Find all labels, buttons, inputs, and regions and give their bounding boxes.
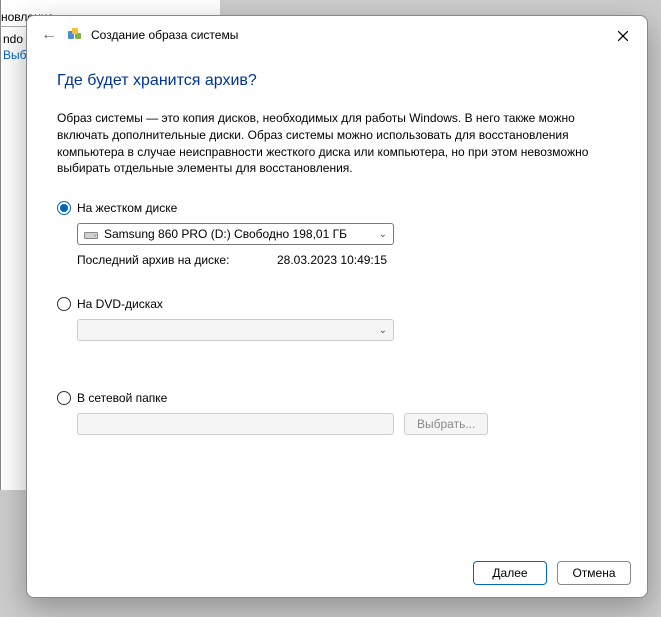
option-label-dvd[interactable]: На DVD-дисках <box>77 297 163 311</box>
drive-icon <box>84 229 98 239</box>
cancel-button[interactable]: Отмена <box>557 561 631 585</box>
next-button[interactable]: Далее <box>473 561 547 585</box>
system-image-dialog: ← Создание образа системы Где будет хран… <box>26 15 648 598</box>
radio-dvd[interactable] <box>57 297 71 311</box>
last-archive-value: 28.03.2023 10:49:15 <box>277 253 387 267</box>
page-description: Образ системы — это копия дисков, необхо… <box>57 110 617 177</box>
radio-network[interactable] <box>57 391 71 405</box>
close-button[interactable] <box>613 26 633 46</box>
last-archive-label: Последний архив на диске: <box>77 253 277 267</box>
dialog-body: Где будет хранится архив? Образ системы … <box>27 52 647 549</box>
background-link[interactable]: Выб <box>3 48 27 62</box>
background-text: ndo <box>3 32 23 46</box>
chevron-down-icon: ⌄ <box>379 325 387 336</box>
dialog-title: Создание образа системы <box>91 28 238 42</box>
dropdown-selected-text: Samsung 860 PRO (D:) Свободно 198,01 ГБ <box>104 227 379 241</box>
back-arrow-icon[interactable]: ← <box>41 26 57 44</box>
option-dvd: На DVD-дисках ⌄ <box>57 297 617 341</box>
network-path-input <box>77 413 394 435</box>
option-label-hard-disk[interactable]: На жестком диске <box>77 201 177 215</box>
dvd-dropdown: ⌄ <box>77 319 394 341</box>
browse-button: Выбрать... <box>404 413 488 435</box>
chevron-down-icon: ⌄ <box>379 229 387 240</box>
page-question: Где будет хранится архив? <box>57 72 617 90</box>
option-network: В сетевой папке Выбрать... <box>57 391 617 435</box>
radio-hard-disk[interactable] <box>57 201 71 215</box>
system-image-icon <box>67 27 83 43</box>
dialog-footer: Далее Отмена <box>27 549 647 597</box>
drive-dropdown[interactable]: Samsung 860 PRO (D:) Свободно 198,01 ГБ … <box>77 223 394 245</box>
option-label-network[interactable]: В сетевой папке <box>77 391 167 405</box>
option-hard-disk: На жестком диске Samsung 860 PRO (D:) Св… <box>57 201 617 267</box>
dialog-header: ← Создание образа системы <box>27 16 647 52</box>
